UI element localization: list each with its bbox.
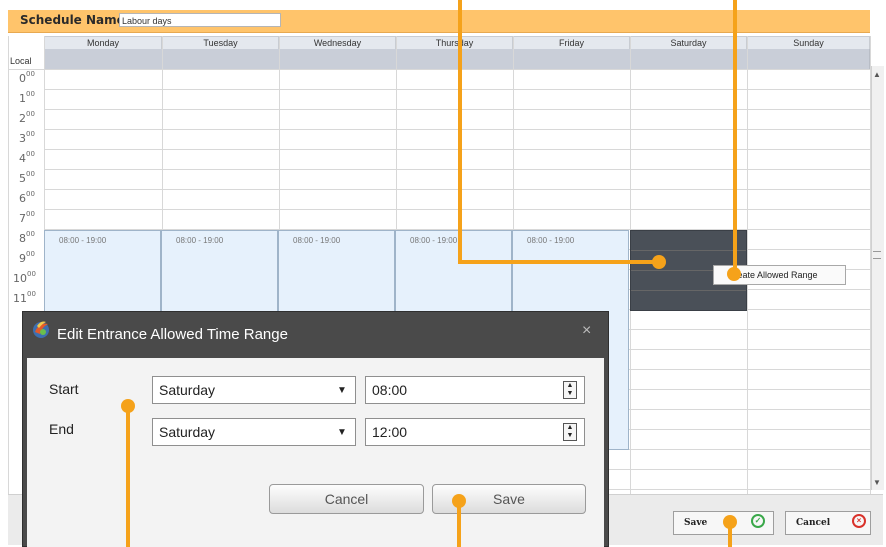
hour-label: 000 xyxy=(19,70,35,85)
grid-row-line xyxy=(8,69,870,70)
save-button-label: Save xyxy=(684,518,708,528)
day-header-saturday: Saturday xyxy=(630,36,747,50)
app-logo-icon xyxy=(33,321,49,338)
day-header-sunday: Sunday xyxy=(747,36,870,50)
end-day-select[interactable]: Saturday xyxy=(152,418,356,446)
end-label: End xyxy=(49,421,74,437)
day-header-friday: Friday xyxy=(513,36,630,50)
hour-label: 800 xyxy=(19,230,35,245)
spinner-updown-icon[interactable]: ▲ ▼ xyxy=(563,423,577,441)
scroll-down-icon[interactable]: ▼ xyxy=(873,478,881,487)
dialog-title: Edit Entrance Allowed Time Range xyxy=(57,326,288,343)
range-label: 08:00 - 19:00 xyxy=(527,236,575,245)
chevron-down-icon[interactable]: ▼ xyxy=(337,385,347,396)
cancel-button-label: Cancel xyxy=(796,518,831,528)
range-label: 08:00 - 19:00 xyxy=(176,236,224,245)
range-label: 08:00 - 19:00 xyxy=(59,236,107,245)
start-day-select[interactable]: Saturday xyxy=(152,376,356,404)
chevron-down-icon[interactable]: ▼ xyxy=(337,427,347,438)
range-label: 08:00 - 19:00 xyxy=(293,236,341,245)
close-icon[interactable]: × xyxy=(582,322,591,340)
callout-line xyxy=(126,405,130,547)
callout-line xyxy=(458,0,462,264)
hour-label: 1000 xyxy=(13,270,36,285)
callout-dot xyxy=(452,494,466,508)
start-label: Start xyxy=(49,381,79,397)
dialog-cancel-button[interactable]: Cancel xyxy=(269,484,424,514)
day-header-monday: Monday xyxy=(44,36,162,50)
day-header-wednesday: Wednesday xyxy=(279,36,396,50)
schedule-name-input[interactable]: Labour days xyxy=(119,13,281,27)
callout-dot xyxy=(723,515,737,529)
hour-label: 200 xyxy=(19,110,35,125)
hour-label: 500 xyxy=(19,170,35,185)
scroll-grip-icon[interactable] xyxy=(873,251,881,259)
day-header-thursday: Thursday xyxy=(396,36,513,50)
callout-line xyxy=(458,260,658,264)
schedule-name-label: Schedule Name: xyxy=(20,13,130,27)
end-time-value: 12:00 xyxy=(372,424,408,440)
range-label: 08:00 - 19:00 xyxy=(410,236,458,245)
scroll-up-icon[interactable]: ▲ xyxy=(873,70,881,79)
start-time-input[interactable]: 08:00 xyxy=(365,376,585,404)
callout-dot xyxy=(727,267,741,281)
spinner-updown-icon[interactable]: ▲ ▼ xyxy=(563,381,577,399)
callout-dot xyxy=(652,255,666,269)
end-day-value: Saturday xyxy=(159,424,216,440)
hour-label: 100 xyxy=(19,90,35,105)
start-time-value: 08:00 xyxy=(372,382,408,398)
day-header-tuesday: Tuesday xyxy=(162,36,279,50)
hour-label: 400 xyxy=(19,150,35,165)
hour-label: 1100 xyxy=(13,290,36,305)
check-circle-icon: ✓ xyxy=(751,514,765,528)
callout-line xyxy=(733,0,737,270)
close-circle-icon: × xyxy=(852,514,866,528)
hour-label: 600 xyxy=(19,190,35,205)
hour-label: 900 xyxy=(19,250,35,265)
grid-column-line xyxy=(8,36,9,494)
vertical-scrollbar[interactable] xyxy=(871,66,884,490)
hour-label: 300 xyxy=(19,130,35,145)
hour-label: 700 xyxy=(19,210,35,225)
start-day-value: Saturday xyxy=(159,382,216,398)
callout-dot xyxy=(121,399,135,413)
timezone-label: Local xyxy=(10,56,32,66)
end-time-input[interactable]: 12:00 xyxy=(365,418,585,446)
